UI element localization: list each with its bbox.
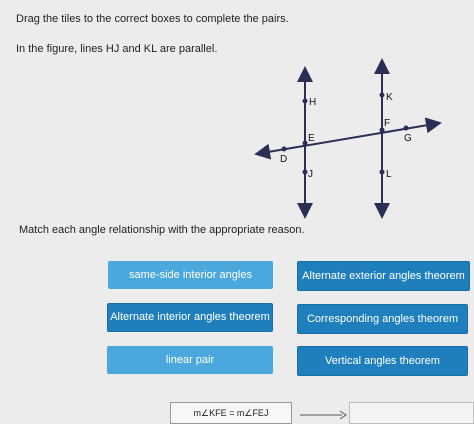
label-f: F — [384, 118, 390, 129]
prompt-text: In the figure, lines HJ and KL are paral… — [16, 43, 218, 55]
tile-linear-pair[interactable]: linear pair — [107, 346, 273, 374]
label-l: L — [386, 169, 392, 180]
reason-drop-box[interactable] — [349, 402, 474, 424]
tile-vertical-angles-theorem[interactable]: Vertical angles theorem — [297, 346, 468, 376]
tile-same-side-interior-angles[interactable]: same-side interior angles — [108, 261, 273, 289]
label-j: J — [308, 169, 313, 180]
pair-statement-box: m∠KFE = m∠FEJ — [170, 402, 292, 424]
label-k: K — [386, 92, 393, 103]
label-e: E — [308, 133, 315, 144]
point-h — [302, 98, 308, 104]
point-d — [281, 146, 287, 152]
tile-alternate-interior-angles-theorem[interactable]: Alternate interior angles theorem — [107, 303, 273, 332]
point-j — [302, 169, 308, 175]
instruction-text: Drag the tiles to the correct boxes to c… — [16, 13, 289, 25]
point-f — [379, 127, 385, 133]
label-h: H — [309, 97, 316, 108]
point-e — [302, 140, 308, 146]
right-arrow-icon — [300, 410, 347, 420]
question-page: Drag the tiles to the correct boxes to c… — [0, 0, 474, 424]
transversal-line — [254, 117, 442, 160]
label-d: D — [280, 154, 287, 165]
point-l — [379, 169, 385, 175]
match-instruction: Match each angle relationship with the a… — [19, 224, 305, 236]
point-k — [379, 92, 385, 98]
tile-corresponding-angles-theorem[interactable]: Corresponding angles theorem — [297, 304, 468, 334]
tile-alternate-exterior-angles-theorem[interactable]: Alternate exterior angles theorem — [297, 261, 470, 291]
label-g: G — [404, 133, 412, 144]
point-g — [403, 125, 409, 131]
